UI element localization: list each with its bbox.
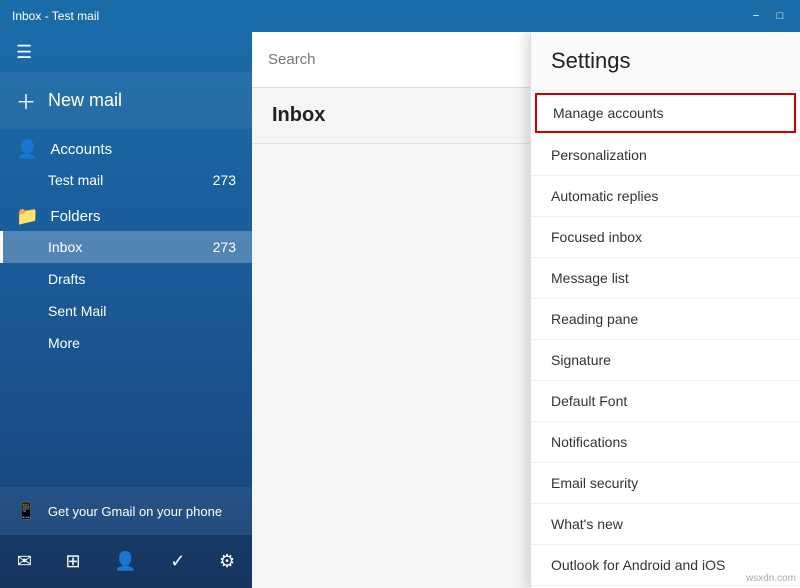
title-bar: Inbox - Test mail − □ (0, 0, 800, 32)
sentmail-folder-name: Sent Mail (48, 303, 106, 319)
settings-item-message-list[interactable]: Message list (531, 258, 800, 299)
accounts-icon: 👤 (16, 139, 38, 160)
settings-panel: Settings Manage accounts Personalization… (530, 32, 800, 588)
footer-settings-icon[interactable]: ⚙ (211, 547, 243, 576)
more-folder-name: More (48, 335, 80, 351)
window-controls: − □ (748, 8, 788, 24)
folders-label: Folders (50, 208, 100, 225)
main-content: Inbox Settings Manage accounts Personali… (252, 32, 800, 588)
watermark: wsxdn.com (746, 573, 796, 584)
settings-item-automatic-replies[interactable]: Automatic replies (531, 176, 800, 217)
settings-item-notifications[interactable]: Notifications (531, 422, 800, 463)
footer-mail-icon[interactable]: ✉ (9, 547, 40, 576)
footer-calendar-icon[interactable]: ⊞ (58, 547, 89, 576)
whats-new-label: What's new (551, 516, 623, 532)
new-mail-label: New mail (48, 90, 122, 111)
sidebar-top: ☰ (0, 32, 252, 72)
sidebar-item-more[interactable]: More (0, 327, 252, 359)
new-mail-icon: ＋ (16, 86, 36, 115)
account-name: Test mail (48, 172, 103, 188)
get-gmail-button[interactable]: 📱 Get your Gmail on your phone (0, 487, 252, 535)
sidebar-item-testmail[interactable]: Test mail 273 (0, 164, 252, 196)
automatic-replies-label: Automatic replies (551, 188, 658, 204)
settings-item-whats-new[interactable]: What's new (531, 504, 800, 545)
drafts-folder-name: Drafts (48, 271, 85, 287)
default-font-label: Default Font (551, 393, 627, 409)
signature-label: Signature (551, 352, 611, 368)
folders-icon: 📁 (16, 206, 38, 227)
footer-checkmark-icon[interactable]: ✓ (162, 547, 193, 576)
message-list-label: Message list (551, 270, 629, 286)
sidebar: ☰ ＋ New mail 👤 Accounts Test mail 273 📁 … (0, 32, 252, 588)
settings-item-default-font[interactable]: Default Font (531, 381, 800, 422)
inbox-folder-name: Inbox (48, 239, 82, 255)
accounts-section-header: 👤 Accounts (0, 129, 252, 164)
maximize-button[interactable]: □ (772, 8, 788, 24)
settings-item-focused-inbox[interactable]: Focused inbox (531, 217, 800, 258)
reading-pane-label: Reading pane (551, 311, 638, 327)
manage-accounts-label: Manage accounts (553, 105, 664, 121)
minimize-button[interactable]: − (748, 8, 764, 24)
get-gmail-label: Get your Gmail on your phone (48, 504, 222, 519)
account-count: 273 (213, 172, 236, 188)
sidebar-item-drafts[interactable]: Drafts (0, 263, 252, 295)
inbox-folder-count: 273 (213, 239, 236, 255)
hamburger-icon[interactable]: ☰ (16, 42, 32, 63)
settings-list: Manage accounts Personalization Automati… (531, 91, 800, 588)
settings-item-personalization[interactable]: Personalization (531, 135, 800, 176)
settings-item-email-security[interactable]: Email security (531, 463, 800, 504)
window-title: Inbox - Test mail (12, 9, 99, 23)
notifications-label: Notifications (551, 434, 627, 450)
footer-people-icon[interactable]: 👤 (106, 547, 144, 576)
settings-item-manage-accounts[interactable]: Manage accounts (535, 93, 796, 133)
focused-inbox-label: Focused inbox (551, 229, 642, 245)
app-body: ☰ ＋ New mail 👤 Accounts Test mail 273 📁 … (0, 32, 800, 588)
email-security-label: Email security (551, 475, 638, 491)
new-mail-button[interactable]: ＋ New mail (0, 72, 252, 129)
sidebar-bottom: 📱 Get your Gmail on your phone ✉ ⊞ 👤 ✓ ⚙ (0, 487, 252, 588)
settings-title: Settings (531, 32, 800, 91)
accounts-label: Accounts (50, 141, 112, 158)
sidebar-item-sentmail[interactable]: Sent Mail (0, 295, 252, 327)
phone-icon: 📱 (16, 501, 36, 521)
sidebar-footer: ✉ ⊞ 👤 ✓ ⚙ (0, 535, 252, 588)
sidebar-item-inbox[interactable]: Inbox 273 (0, 231, 252, 263)
outlook-android-ios-label: Outlook for Android and iOS (551, 557, 725, 573)
settings-item-signature[interactable]: Signature (531, 340, 800, 381)
settings-item-reading-pane[interactable]: Reading pane (531, 299, 800, 340)
personalization-label: Personalization (551, 147, 647, 163)
folders-section-header: 📁 Folders (0, 196, 252, 231)
